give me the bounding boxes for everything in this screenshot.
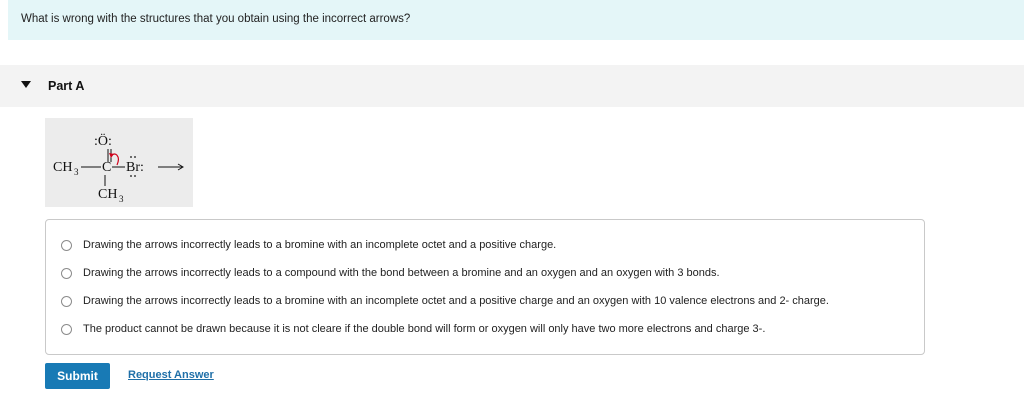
option-text: Drawing the arrows incorrectly leads to … bbox=[83, 267, 720, 279]
question-text: What is wrong with the structures that y… bbox=[21, 13, 411, 25]
molecule-drawing: :Ö: CH 3 C Br: CH 3 bbox=[53, 132, 184, 204]
option-2[interactable]: Drawing the arrows incorrectly leads to … bbox=[46, 263, 924, 283]
bromine-lone-pair-top-2 bbox=[134, 156, 136, 158]
oxygen-label: :Ö: bbox=[94, 132, 112, 149]
molecule-structure: :Ö: CH 3 C Br: CH 3 bbox=[45, 118, 193, 207]
part-header[interactable]: Part A bbox=[0, 65, 1024, 107]
carbon-label: C bbox=[102, 160, 111, 175]
request-answer-link[interactable]: Request Answer bbox=[128, 369, 214, 381]
bromine-label: Br: bbox=[126, 160, 144, 175]
option-1[interactable]: Drawing the arrows incorrectly leads to … bbox=[46, 235, 924, 255]
option-text: Drawing the arrows incorrectly leads to … bbox=[83, 295, 829, 307]
bromine-lone-pair-top-1 bbox=[130, 156, 132, 158]
radio-button[interactable] bbox=[61, 323, 72, 335]
caret-down-icon[interactable] bbox=[21, 81, 31, 88]
left-methyl-subscript: 3 bbox=[74, 167, 79, 177]
radio-button[interactable] bbox=[61, 267, 72, 279]
bottom-methyl-subscript: 3 bbox=[119, 194, 124, 204]
bromine-lone-pair-bottom-2 bbox=[134, 175, 136, 177]
bromine-lone-pair-bottom-1 bbox=[130, 175, 132, 177]
radio-button[interactable] bbox=[61, 239, 72, 251]
bottom-methyl-label: CH bbox=[98, 187, 117, 202]
option-3[interactable]: Drawing the arrows incorrectly leads to … bbox=[46, 291, 924, 311]
part-label: Part A bbox=[48, 79, 85, 93]
option-text: Drawing the arrows incorrectly leads to … bbox=[83, 239, 557, 251]
radio-button[interactable] bbox=[61, 295, 72, 307]
submit-button[interactable]: Submit bbox=[45, 363, 110, 389]
option-text: The product cannot be drawn because it i… bbox=[83, 323, 766, 335]
option-4[interactable]: The product cannot be drawn because it i… bbox=[46, 319, 924, 339]
question-banner: What is wrong with the structures that y… bbox=[8, 0, 1024, 40]
left-methyl-label: CH bbox=[53, 160, 72, 175]
answer-options: Drawing the arrows incorrectly leads to … bbox=[45, 219, 925, 355]
